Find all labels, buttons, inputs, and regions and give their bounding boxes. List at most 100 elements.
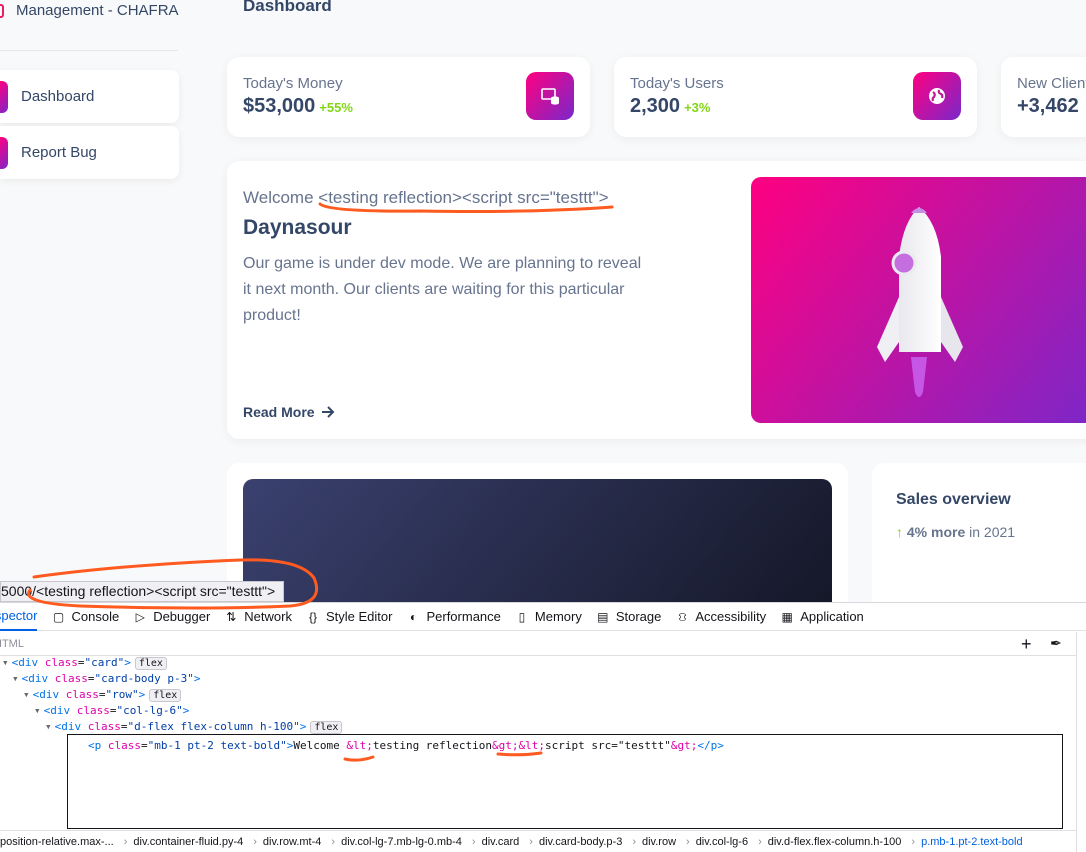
edit-attr: class: [107, 739, 141, 752]
stat-number: 2,300: [630, 95, 681, 117]
arrow-up-icon: ↑: [896, 524, 903, 540]
tab-accessibility[interactable]: ⛻ Accessibility: [675, 609, 766, 624]
grid-icon: ▦: [781, 609, 793, 624]
stat-card-money: Today's Money $53,000 +55%: [227, 57, 590, 137]
breadcrumb-item[interactable]: div.row.mt-4: [263, 836, 321, 848]
tab-label: Memory: [534, 609, 582, 624]
dark-banner: [243, 479, 832, 619]
sidebar-divider: [0, 50, 178, 51]
stat-value: 2,300 +3%: [630, 95, 710, 118]
brand-logo-icon: [0, 4, 4, 18]
flex-badge[interactable]: flex: [134, 657, 167, 670]
sidebar-item-report-bug[interactable]: Report Bug: [0, 126, 179, 179]
stat-number: +3,462: [1017, 95, 1079, 117]
sales-period: in 2021: [969, 524, 1016, 540]
sidebar: Management - CHAFRA Dashboard Report Bug: [0, 0, 180, 600]
tab-label: Inspector: [0, 607, 38, 623]
tree-node[interactable]: ▾ <div class="col-lg-6">: [34, 703, 189, 719]
stat-value: +3,462: [1017, 95, 1079, 118]
sales-subtitle: ↑ 4% more in 2021: [896, 524, 1015, 540]
sales-overview-card: Sales overview ↑ 4% more in 2021: [872, 463, 1086, 623]
brand-name: Management - CHAFRA: [16, 2, 179, 19]
url-status-tooltip: 5000/<testing reflection><script src="te…: [0, 581, 285, 602]
storage-icon: ▤: [597, 609, 609, 624]
edit-line[interactable]: <p class="mb-1 pt-2 text-bold">Welcome &…: [88, 738, 724, 754]
edit-open-tag: <p: [88, 739, 102, 752]
breadcrumb-item[interactable]: div.row: [642, 836, 676, 848]
database-icon: [526, 72, 574, 120]
tab-application[interactable]: ▦ Application: [780, 609, 864, 624]
eyedropper-icon[interactable]: ✒: [1050, 635, 1062, 652]
tab-network[interactable]: ⇅ Network: [224, 609, 292, 624]
breadcrumb-item[interactable]: div.d-flex.flex-column.h-100: [768, 836, 902, 848]
welcome-text: Welcome <testing reflection><script src=…: [243, 188, 609, 207]
sidebar-item-dashboard[interactable]: Dashboard: [0, 70, 179, 123]
tree-node[interactable]: ▾ <div class="d-flex flex-column h-100"> f…: [45, 719, 343, 735]
tab-performance[interactable]: ◐ Performance: [406, 609, 501, 624]
node-class: d-flex flex-column h-100: [134, 720, 294, 733]
tab-label: Performance: [426, 609, 501, 624]
tab-label: Style Editor: [325, 609, 393, 624]
arrow-right-icon: [322, 406, 335, 418]
node-class: row: [112, 688, 132, 701]
inspector-toolbar: HTML + ✒: [0, 632, 1076, 656]
breadcrumb-item[interactable]: position-relative.max-...: [0, 836, 114, 848]
bug-icon: [0, 136, 8, 169]
stat-value: $53,000 +55%: [243, 95, 353, 118]
stat-label: Today's Users: [630, 75, 724, 92]
page-title: Dashboard: [243, 0, 332, 15]
tab-debugger[interactable]: ▷ Debugger: [133, 609, 211, 624]
flex-badge[interactable]: flex: [149, 689, 182, 702]
welcome-description: Our game is under dev mode. We are plann…: [243, 255, 642, 324]
breadcrumb-item[interactable]: div.col-lg-6: [696, 836, 748, 848]
read-more-label: Read More: [243, 404, 315, 420]
tree-node[interactable]: ▾ <div class="row"> flex: [23, 687, 182, 703]
rules-panel-edge: [1076, 632, 1086, 852]
accessibility-icon: ⛻: [677, 609, 687, 624]
sales-title: Sales overview: [896, 491, 1011, 508]
tab-inspector[interactable]: Inspector: [0, 603, 38, 631]
tree-node[interactable]: ▾ <div class="card"> flex: [2, 655, 167, 671]
welcome-card: Welcome <testing reflection><script src=…: [227, 161, 1086, 439]
node-class: card-body p-3: [101, 672, 188, 685]
edit-entity: &lt;: [346, 739, 373, 752]
rocket-illustration: [751, 177, 1086, 423]
breadcrumb-item[interactable]: div.col-lg-7.mb-lg-0.mb-4: [341, 836, 462, 848]
stat-card-clients: New Clients +3,462: [1001, 57, 1086, 137]
edit-entity: &gt;&lt;: [492, 739, 546, 752]
add-node-button[interactable]: +: [1021, 634, 1032, 654]
tab-console[interactable]: ▢ Console: [51, 609, 119, 624]
edit-entity: &gt;: [670, 739, 698, 752]
sidebar-item-label: Report Bug: [21, 144, 97, 161]
tab-label: Console: [71, 609, 120, 624]
tab-storage[interactable]: ▤ Storage: [596, 609, 661, 624]
breadcrumb-item[interactable]: div.container-fluid.py-4: [133, 836, 243, 848]
tab-label: Debugger: [153, 609, 211, 624]
tab-label: Application: [800, 609, 864, 624]
breadcrumb-item[interactable]: div.card-body.p-3: [539, 836, 622, 848]
stat-change: +3%: [684, 100, 711, 115]
tree-node[interactable]: ▾ <div class="card-body p-3">: [12, 671, 200, 687]
devtools-panel: Inspector ▢ Console ▷ Debugger ⇅ Network {}…: [0, 602, 1086, 852]
console-icon: ▢: [52, 609, 65, 624]
read-more-link[interactable]: Read More: [243, 404, 335, 420]
dashboard-icon: [0, 80, 8, 113]
memory-icon: ▯: [518, 609, 526, 624]
devtools-tabs: Inspector ▢ Console ▷ Debugger ⇅ Network {}…: [0, 603, 1086, 631]
dark-card: [227, 463, 848, 623]
html-edit-box[interactable]: <p class="mb-1 pt-2 text-bold">Welcome &…: [67, 734, 1063, 829]
globe-icon: [913, 72, 961, 120]
stat-card-users: Today's Users 2,300 +3%: [614, 57, 977, 137]
tab-style-editor[interactable]: {} Style Editor: [306, 609, 393, 624]
edit-close-tag: </p>: [697, 739, 724, 752]
sales-change: 4% more: [906, 524, 966, 540]
stat-change: +55%: [319, 100, 353, 115]
breadcrumb-item[interactable]: div.card: [482, 836, 520, 848]
stat-label: Today's Money: [243, 75, 343, 92]
breadcrumb-item-active[interactable]: p.mb-1.pt-2.text-bold: [921, 836, 1023, 848]
node-class: card: [91, 656, 118, 669]
flex-badge[interactable]: flex: [310, 721, 343, 734]
edit-text: script src="testtt": [545, 739, 671, 752]
node-class: col-lg-6: [123, 704, 177, 717]
tab-memory[interactable]: ▯ Memory: [515, 609, 582, 624]
